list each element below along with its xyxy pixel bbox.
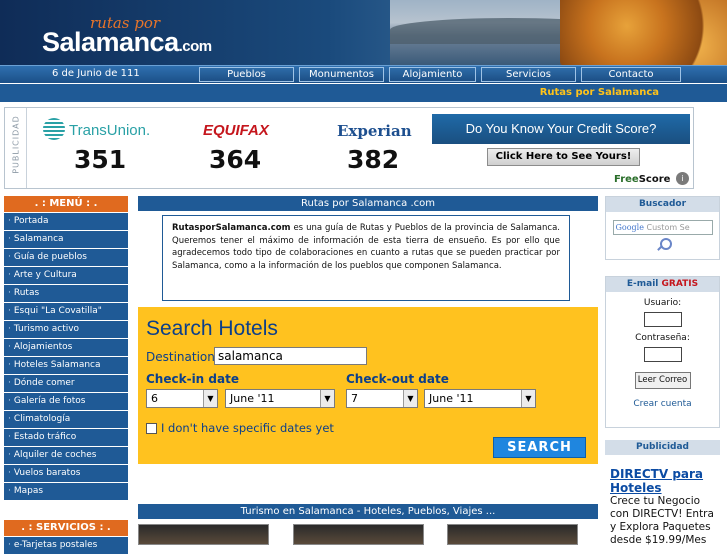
ad-info-icon[interactable]: i — [676, 172, 689, 185]
menu-item[interactable]: · Arte y Cultura — [4, 266, 128, 284]
password-input[interactable] — [643, 347, 682, 362]
search-panel: Buscador Google Custom Se — [605, 196, 720, 260]
menu-item[interactable]: · Rutas — [4, 284, 128, 302]
no-dates-label: I don't have specific dates yet — [161, 421, 334, 435]
transunion-score: 351 — [74, 145, 127, 174]
checkin-month-select[interactable]: June '11 ▼ — [225, 389, 335, 408]
search-button[interactable]: SEARCH — [493, 437, 586, 458]
menu-item[interactable]: · Guía de pueblos — [4, 248, 128, 266]
menu-item[interactable]: · Portada — [4, 212, 128, 230]
nav-monumentos[interactable]: Monumentos — [299, 67, 384, 82]
checkout-day-select[interactable]: 7 ▼ — [346, 389, 418, 408]
chevron-down-icon: ▼ — [320, 390, 334, 407]
no-dates-checkbox[interactable] — [146, 423, 157, 434]
search-icon[interactable] — [655, 237, 672, 253]
ads-panel-title: Publicidad — [605, 440, 720, 455]
menu-item[interactable]: · Mapas — [4, 482, 128, 500]
freescore-logo: FreeScore — [614, 174, 671, 185]
current-date: 6 de Junio de 111 — [52, 68, 140, 79]
menu-item[interactable]: · Esqui "La Covatilla" — [4, 302, 128, 320]
checkout-label: Check-out date — [346, 372, 449, 386]
intro-text: RutasporSalamanca.com es una guía de Rut… — [162, 215, 570, 301]
site-header: rutas por Salamanca.com — [0, 0, 727, 65]
equifax-score: 364 — [209, 145, 262, 174]
equifax-brand: EQUIFAX — [203, 122, 269, 139]
directv-ad-link[interactable]: DIRECTV para Hoteles — [605, 467, 720, 495]
transunion-brand: TransUnion. — [69, 122, 151, 139]
destination-label: Destination — [146, 350, 215, 364]
menu-item[interactable]: · Alquiler de coches — [4, 446, 128, 464]
hotel-search-title: Search Hotels — [146, 317, 278, 340]
menu-item[interactable]: · Dónde comer — [4, 374, 128, 392]
tourism-photo[interactable] — [447, 524, 578, 545]
sub-bar-title: Rutas por Salamanca — [539, 87, 659, 98]
see-score-button[interactable]: Click Here to See Yours! — [487, 148, 640, 166]
checkin-label: Check-in date — [146, 372, 239, 386]
site-logo[interactable]: Salamanca.com — [42, 27, 212, 58]
chevron-down-icon: ▼ — [521, 390, 535, 407]
services-item[interactable]: · e-Tarjetas postales — [4, 536, 128, 554]
hotel-search-widget: Search Hotels Destination salamanca Chec… — [138, 307, 598, 464]
tourism-photo[interactable] — [293, 524, 424, 545]
services-title: . : SERVICIOS : . — [4, 520, 128, 536]
checkout-month-select[interactable]: June '11 ▼ — [424, 389, 536, 408]
transunion-logo-icon — [43, 118, 65, 140]
read-mail-button[interactable]: Leer Correo — [634, 372, 691, 389]
menu-title: . : MENÚ : . — [4, 196, 128, 212]
email-panel: E-mail GRATIS Usuario: Contraseña: Leer … — [605, 276, 720, 428]
create-account-link[interactable]: Crear cuenta — [606, 399, 719, 409]
tourism-photo[interactable] — [138, 524, 269, 545]
chevron-down-icon: ▼ — [203, 390, 217, 407]
nav-servicios[interactable]: Servicios — [481, 67, 576, 82]
user-label: Usuario: — [643, 298, 682, 308]
experian-score: 382 — [347, 145, 400, 174]
credit-score-banner-ad[interactable]: PUBLICIDAD TransUnion. EQUIFAX Experian … — [4, 107, 694, 189]
logo-suffix: .com — [178, 38, 213, 55]
menu-item[interactable]: · Vuelos baratos — [4, 464, 128, 482]
menu-item[interactable]: · Climatología — [4, 410, 128, 428]
user-input[interactable] — [643, 312, 682, 327]
menu-item[interactable]: · Galería de fotos — [4, 392, 128, 410]
header-autumn-tree — [560, 0, 727, 65]
search-panel-title: Buscador — [606, 197, 719, 212]
top-nav: 6 de Junio de 111 Pueblos Monumentos Alo… — [0, 65, 727, 83]
left-menu: . : MENÚ : . · Portada · Salamanca · Guía d… — [4, 196, 128, 554]
destination-input[interactable]: salamanca — [214, 347, 367, 365]
experian-brand: Experian — [337, 122, 412, 140]
checkin-day-select[interactable]: 6 ▼ — [146, 389, 218, 408]
email-panel-title: E-mail GRATIS — [606, 277, 719, 292]
nav-contacto[interactable]: Contacto — [581, 67, 681, 82]
nav-pueblos[interactable]: Pueblos — [199, 67, 294, 82]
menu-item[interactable]: · Alojamientos — [4, 338, 128, 356]
ad-side-label: PUBLICIDAD — [5, 108, 27, 188]
menu-item[interactable]: · Turismo activo — [4, 320, 128, 338]
logo-name: Salamanca — [42, 27, 179, 57]
custom-search-input[interactable]: Google Custom Se — [612, 220, 713, 235]
ads-panel: Publicidad DIRECTV para Hoteles Crece tu… — [605, 440, 720, 547]
password-label: Contraseña: — [635, 333, 690, 343]
nav-alojamiento[interactable]: Alojamiento — [389, 67, 476, 82]
chevron-down-icon: ▼ — [403, 390, 417, 407]
ad-headline: Do You Know Your Credit Score? — [432, 114, 690, 144]
menu-item[interactable]: · Salamanca — [4, 230, 128, 248]
sub-bar: Rutas por Salamanca — [0, 84, 727, 102]
directv-ad-text: Crece tu Negocio con DIRECTV! Entra y Ex… — [610, 495, 714, 546]
menu-item[interactable]: · Estado tráfico — [4, 428, 128, 446]
tourism-title: Turismo en Salamanca - Hoteles, Pueblos,… — [138, 504, 598, 519]
section-title: Rutas por Salamanca .com — [138, 196, 598, 211]
menu-item[interactable]: · Hoteles Salamanca — [4, 356, 128, 374]
